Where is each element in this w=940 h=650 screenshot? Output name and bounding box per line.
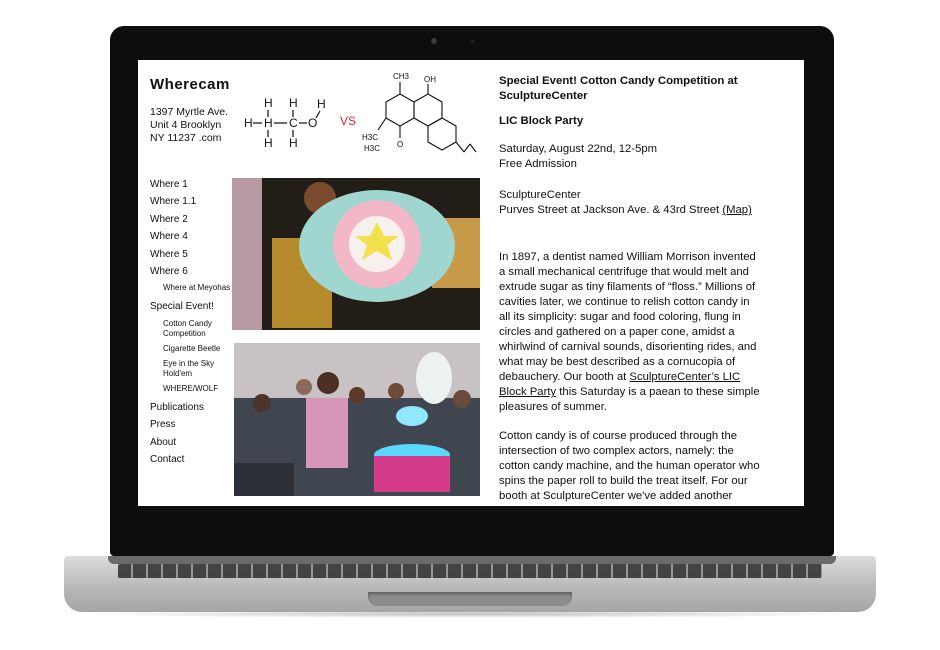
webcam-icon [431,38,437,44]
event-venue-address: Purves Street at Jackson Ave. & 43rd Str… [499,203,761,218]
article-title: Special Event! Cotton Candy Competition … [499,75,738,102]
nav-item-where-6[interactable]: Where 6 [150,263,238,280]
lid-notch [368,592,572,606]
venue-address-text: Purves Street at Jackson Ave. & 43rd Str… [499,204,720,216]
keyboard [118,564,822,578]
map-link[interactable]: (Map) [722,204,752,216]
nav-item-special-event[interactable]: Special Event! [150,298,238,315]
cotton-candy-crowd-photo[interactable] [234,343,480,496]
atom-label: O [308,116,317,130]
molecules-illustration: H H H H H C H O H VS CH3 OH H3C H3C O [244,72,477,153]
paragraph-text: In 1897, a dentist named William Morriso… [499,251,757,383]
atom-label: H [264,116,273,130]
address-line: 1397 Myrtle Ave. [150,106,229,118]
nav-item-where-1-1[interactable]: Where 1.1 [150,193,238,210]
nav-item-where-2[interactable]: Where 2 [150,211,238,228]
browser-screen: Wherecam 1397 Myrtle Ave. Unit 4 Brookly… [138,60,804,506]
article: Special Event! Cotton Candy Competition … [499,74,761,506]
atom-label: CH3 [393,72,410,81]
camera-sensor [471,40,474,43]
event-date: Saturday, August 22nd, 12-5pm [499,143,658,155]
atom-label: O [397,140,403,149]
nav-item-publications[interactable]: Publications [150,399,238,416]
atom-label: H [264,136,273,150]
nav-item-press[interactable]: Press [150,416,238,433]
nav-subitem-where-wolf[interactable]: WHERE/WOLF [150,384,238,394]
nav-subitem-cotton-candy[interactable]: Cotton Candy Competition [150,319,238,339]
vs-label: VS [340,114,356,128]
nav-item-where-4[interactable]: Where 4 [150,228,238,245]
atom-label: H [289,96,298,110]
article-paragraph: Cotton candy is of course produced throu… [499,430,760,502]
atom-label: OH [424,75,436,84]
article-subtitle: LIC Block Party [499,115,584,127]
atom-label: H3C [364,144,380,153]
cotton-candy-photo[interactable] [232,178,480,330]
atom-label: H [244,116,253,130]
event-venue: SculptureCenter [499,189,581,201]
nav-item-where-1[interactable]: Where 1 [150,176,238,193]
atom-label: C [289,116,298,130]
atom-label: H3C [362,133,378,142]
atom-label: H [289,136,298,150]
atom-label: H [264,96,273,110]
atom-label: H [317,97,326,111]
nav-item-about[interactable]: About [150,434,238,451]
laptop-hinge [108,556,836,564]
address-line: NY 11237 .com [150,132,222,144]
article-paragraph: In 1897, a dentist named William Morriso… [499,250,761,415]
nav-subitem-eye-in-the-sky[interactable]: Eye in the Sky Hold'em [150,359,238,379]
event-admission: Free Admission [499,158,577,170]
sidebar-nav: Where 1 Where 1.1 Where 2 Where 4 Where … [150,176,238,468]
nav-subitem-cigarette-beetle[interactable]: Cigarette Beetle [150,344,238,354]
address-line: Unit 4 Brooklyn [150,119,222,131]
nav-item-contact[interactable]: Contact [150,451,238,468]
nav-subitem-where-at-meyohas[interactable]: Where at Meyohas [150,283,238,293]
site-logo[interactable]: Wherecam [150,76,230,93]
site-address: 1397 Myrtle Ave. Unit 4 Brooklyn NY 1123… [150,106,228,145]
nav-item-where-5[interactable]: Where 5 [150,246,238,263]
